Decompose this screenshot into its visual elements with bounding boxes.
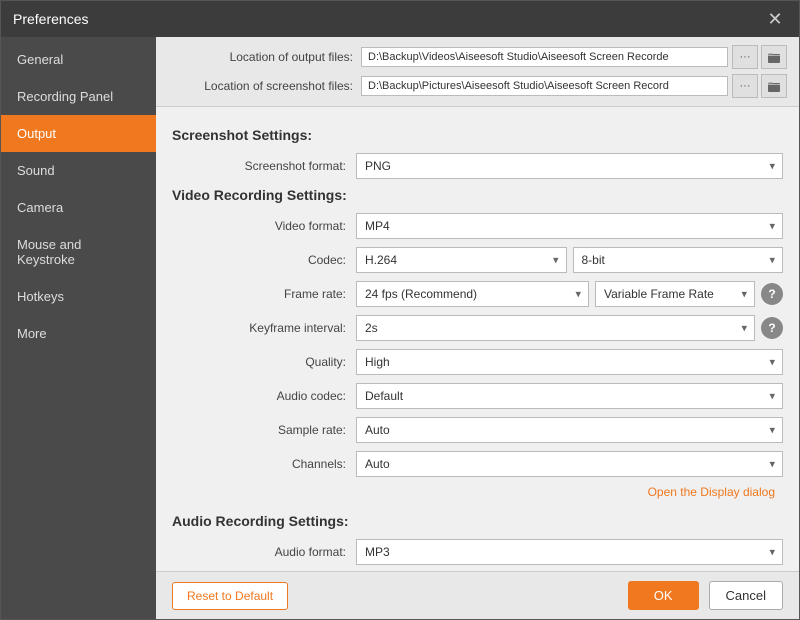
codec-control: H.264H.265 8-bit10-bit: [356, 247, 783, 273]
cancel-button[interactable]: Cancel: [709, 581, 783, 610]
audio-codec-row: Audio codec: DefaultAACMP3: [156, 383, 783, 409]
screenshot-path-buttons: ···: [732, 74, 787, 98]
video-format-label: Video format:: [156, 219, 356, 233]
audio-format-select[interactable]: MP3AACFLACWAV: [356, 539, 783, 565]
right-panel: Location of output files: D:\Backup\Vide…: [156, 37, 799, 619]
sidebar-item-camera[interactable]: Camera: [1, 189, 156, 226]
frame-rate-dual-select: 24 fps (Recommend)30 fps60 fps Variable …: [356, 281, 755, 307]
preferences-window: Preferences ✕ General Recording Panel Ou…: [0, 0, 800, 620]
codec-select-wrapper: H.264H.265: [356, 247, 567, 273]
output-path-label: Location of output files:: [168, 50, 353, 64]
frame-rate-help-button[interactable]: ?: [761, 283, 783, 305]
output-dots-button[interactable]: ···: [732, 45, 758, 69]
audio-format-select-wrapper: MP3AACFLACWAV: [356, 539, 783, 565]
sample-rate-control: Auto44100 Hz48000 Hz: [356, 417, 783, 443]
keyframe-select[interactable]: 2s1s3s: [356, 315, 755, 341]
quality-control: HighMediumLowLossless: [356, 349, 783, 375]
frame-rate-control: 24 fps (Recommend)30 fps60 fps Variable …: [356, 281, 783, 307]
channels-select[interactable]: AutoMonoStereo: [356, 451, 783, 477]
keyframe-help-button[interactable]: ?: [761, 317, 783, 339]
quality-row: Quality: HighMediumLowLossless: [156, 349, 783, 375]
ok-button[interactable]: OK: [628, 581, 699, 610]
audio-codec-select[interactable]: DefaultAACMP3: [356, 383, 783, 409]
video-section-title: Video Recording Settings:: [172, 187, 783, 203]
sample-rate-label: Sample rate:: [156, 423, 356, 437]
sample-rate-select[interactable]: Auto44100 Hz48000 Hz: [356, 417, 783, 443]
keyframe-select-wrapper: 2s1s3s: [356, 315, 755, 341]
output-path-row: Location of output files: D:\Backup\Vide…: [168, 45, 787, 69]
variable-frame-rate-select-wrapper: Variable Frame RateFixed Frame Rate: [595, 281, 755, 307]
frame-rate-row: Frame rate: 24 fps (Recommend)30 fps60 f…: [156, 281, 783, 307]
bit-depth-select[interactable]: 8-bit10-bit: [573, 247, 784, 273]
screenshot-path-row: Location of screenshot files: D:\Backup\…: [168, 74, 787, 98]
footer-right: OK Cancel: [628, 581, 783, 610]
main-content: General Recording Panel Output Sound Cam…: [1, 37, 799, 619]
scrollable-content: Screenshot Settings: Screenshot format: …: [156, 107, 799, 571]
channels-row: Channels: AutoMonoStereo: [156, 451, 783, 477]
close-button[interactable]: ✕: [763, 7, 787, 31]
audio-codec-control: DefaultAACMP3: [356, 383, 783, 409]
video-format-select-wrapper: MP4MOVAVI: [356, 213, 783, 239]
audio-format-label: Audio format:: [156, 545, 356, 559]
channels-control: AutoMonoStereo: [356, 451, 783, 477]
footer: Reset to Default OK Cancel: [156, 571, 799, 619]
keyframe-control: 2s1s3s ?: [356, 315, 783, 341]
video-format-control: MP4MOVAVI: [356, 213, 783, 239]
output-path-value: D:\Backup\Videos\Aiseesoft Studio\Aisees…: [361, 47, 728, 67]
output-path-buttons: ···: [732, 45, 787, 69]
codec-select[interactable]: H.264H.265: [356, 247, 567, 273]
top-paths: Location of output files: D:\Backup\Vide…: [156, 37, 799, 107]
sidebar-item-recording-panel[interactable]: Recording Panel: [1, 78, 156, 115]
screenshot-dots-button[interactable]: ···: [732, 74, 758, 98]
screenshot-format-row: Screenshot format: PNG JPG BMP: [156, 153, 783, 179]
sidebar-item-general[interactable]: General: [1, 41, 156, 78]
sidebar: General Recording Panel Output Sound Cam…: [1, 37, 156, 619]
codec-label: Codec:: [156, 253, 356, 267]
video-format-select[interactable]: MP4MOVAVI: [356, 213, 783, 239]
screenshot-format-select-wrapper: PNG JPG BMP: [356, 153, 783, 179]
sidebar-item-mouse-keystroke[interactable]: Mouse and Keystroke: [1, 226, 156, 278]
sidebar-item-hotkeys[interactable]: Hotkeys: [1, 278, 156, 315]
frame-rate-label: Frame rate:: [156, 287, 356, 301]
screenshot-folder-button[interactable]: [761, 74, 787, 98]
bit-depth-select-wrapper: 8-bit10-bit: [573, 247, 784, 273]
sample-rate-select-wrapper: Auto44100 Hz48000 Hz: [356, 417, 783, 443]
open-display-row: Open the Display dialog: [156, 485, 783, 505]
screenshot-format-select[interactable]: PNG JPG BMP: [356, 153, 783, 179]
screenshot-path-label: Location of screenshot files:: [168, 79, 353, 93]
screenshot-path-value: D:\Backup\Pictures\Aiseesoft Studio\Aise…: [361, 76, 728, 96]
sidebar-item-sound[interactable]: Sound: [1, 152, 156, 189]
audio-format-control: MP3AACFLACWAV: [356, 539, 783, 565]
screenshot-format-control: PNG JPG BMP: [356, 153, 783, 179]
audio-codec-label: Audio codec:: [156, 389, 356, 403]
sidebar-item-more[interactable]: More: [1, 315, 156, 352]
screenshot-section-title: Screenshot Settings:: [172, 127, 783, 143]
quality-select-wrapper: HighMediumLowLossless: [356, 349, 783, 375]
sidebar-item-output[interactable]: Output: [1, 115, 156, 152]
audio-section-title: Audio Recording Settings:: [172, 513, 783, 529]
screenshot-format-label: Screenshot format:: [156, 159, 356, 173]
variable-frame-rate-select[interactable]: Variable Frame RateFixed Frame Rate: [595, 281, 755, 307]
channels-select-wrapper: AutoMonoStereo: [356, 451, 783, 477]
reset-button[interactable]: Reset to Default: [172, 582, 288, 610]
window-title: Preferences: [13, 11, 88, 27]
audio-format-row: Audio format: MP3AACFLACWAV: [156, 539, 783, 565]
codec-dual-select: H.264H.265 8-bit10-bit: [356, 247, 783, 273]
keyframe-row: Keyframe interval: 2s1s3s ?: [156, 315, 783, 341]
titlebar: Preferences ✕: [1, 1, 799, 37]
open-display-link[interactable]: Open the Display dialog: [648, 485, 775, 499]
frame-rate-select-wrapper: 24 fps (Recommend)30 fps60 fps: [356, 281, 589, 307]
channels-label: Channels:: [156, 457, 356, 471]
sample-rate-row: Sample rate: Auto44100 Hz48000 Hz: [156, 417, 783, 443]
quality-select[interactable]: HighMediumLowLossless: [356, 349, 783, 375]
audio-codec-select-wrapper: DefaultAACMP3: [356, 383, 783, 409]
keyframe-label: Keyframe interval:: [156, 321, 356, 335]
video-format-row: Video format: MP4MOVAVI: [156, 213, 783, 239]
output-folder-button[interactable]: [761, 45, 787, 69]
frame-rate-select[interactable]: 24 fps (Recommend)30 fps60 fps: [356, 281, 589, 307]
quality-label: Quality:: [156, 355, 356, 369]
codec-row: Codec: H.264H.265 8-bit10-bit: [156, 247, 783, 273]
